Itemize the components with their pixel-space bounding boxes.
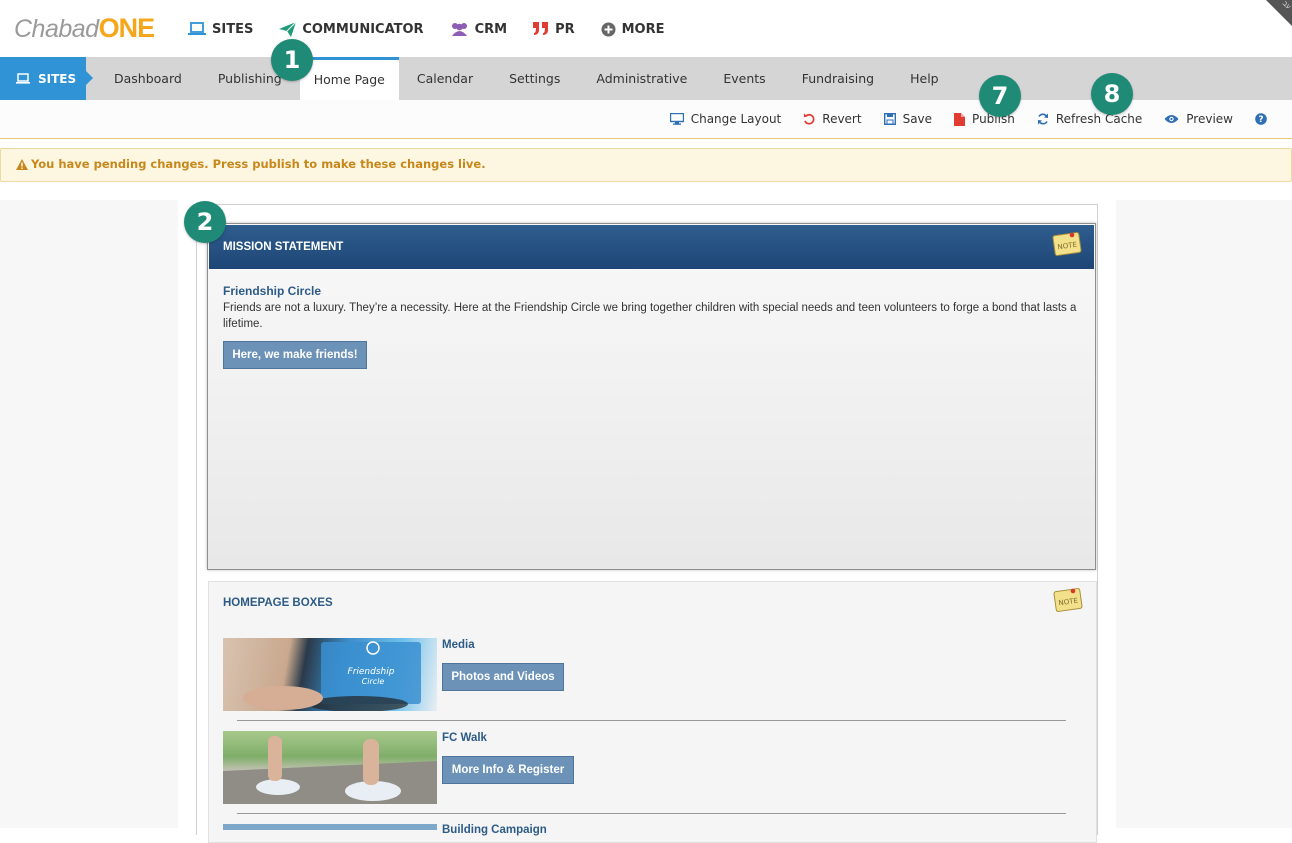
photos-videos-button[interactable]: Photos and Videos: [442, 663, 564, 691]
mission-description: Friends are not a luxury. They’re a nece…: [223, 302, 1077, 330]
fc-walk-thumbnail[interactable]: [223, 731, 437, 804]
building-campaign-thumbnail[interactable]: [223, 824, 437, 830]
more-info-register-button[interactable]: More Info & Register: [442, 756, 574, 784]
monitor-icon: [669, 113, 684, 125]
top-nav-communicator[interactable]: COMMUNICATOR: [279, 18, 424, 40]
callout-badge-7: 7: [979, 75, 1021, 117]
file-pdf-icon: [954, 112, 966, 126]
tab-events[interactable]: Events: [705, 57, 783, 100]
callout-badge-8: 8: [1091, 73, 1133, 115]
fc-walk-box-title: FC Walk: [442, 732, 487, 744]
sticky-note-icon[interactable]: NOTE: [1053, 586, 1083, 612]
top-nav-crm[interactable]: CRM: [450, 18, 507, 40]
top-nav-sites[interactable]: SITES: [188, 18, 253, 40]
svg-text:Circle: Circle: [362, 677, 385, 686]
section-tabs: Dashboard Publishing Home Page Calendar …: [96, 57, 957, 100]
sites-tab-arrow: [86, 71, 93, 85]
warning-icon: [16, 158, 28, 170]
laptop-icon: [188, 22, 206, 35]
mission-statement-box[interactable]: [207, 223, 1096, 570]
help-button[interactable]: ?: [1255, 113, 1274, 125]
plus-circle-icon: [601, 22, 616, 36]
quote-icon: [533, 22, 549, 35]
tab-dashboard[interactable]: Dashboard: [96, 57, 200, 100]
media-box-title: Media: [442, 639, 475, 651]
box-divider: [237, 813, 1066, 814]
eye-icon: [1164, 115, 1179, 123]
callout-badge-1: 1: [271, 39, 313, 81]
tab-home-page[interactable]: Home Page: [299, 57, 399, 100]
svg-text:?: ?: [1258, 115, 1263, 125]
undo-icon: [804, 113, 815, 125]
floppy-disk-icon: [883, 113, 896, 125]
sticky-note-icon[interactable]: NOTE: [1052, 230, 1082, 256]
laptop-icon: [16, 73, 30, 84]
refresh-cache-button[interactable]: Refresh Cache: [1037, 112, 1142, 126]
homepage-boxes-title: HOMEPAGE BOXES: [223, 597, 333, 609]
pending-changes-text: You have pending changes. Press publish …: [16, 157, 486, 171]
tab-settings[interactable]: Settings: [491, 57, 578, 100]
tab-fundraising[interactable]: Fundraising: [784, 57, 892, 100]
preview-button[interactable]: Preview: [1164, 112, 1233, 126]
users-icon: [451, 22, 467, 36]
tab-administrative[interactable]: Administrative: [578, 57, 705, 100]
content-margin-left: [0, 200, 178, 828]
toolbar-actions: Change Layout Revert Save Publish Refres…: [648, 112, 1274, 126]
top-nav-more[interactable]: MORE: [601, 18, 665, 40]
mission-statement-title: MISSION STATEMENT: [223, 241, 344, 253]
change-layout-button[interactable]: Change Layout: [669, 112, 781, 126]
refresh-icon: [1037, 113, 1048, 125]
callout-badge-2: 2: [184, 201, 226, 243]
svg-text:Friendship: Friendship: [348, 667, 395, 677]
make-friends-button[interactable]: Here, we make friends!: [223, 341, 367, 369]
box-divider: [237, 720, 1066, 721]
tab-calendar[interactable]: Calendar: [399, 57, 491, 100]
mission-subtitle: Friendship Circle: [223, 284, 322, 298]
save-button[interactable]: Save: [883, 112, 932, 126]
question-circle-icon: ?: [1255, 113, 1267, 125]
building-campaign-box-title: Building Campaign: [442, 824, 547, 836]
paper-plane-icon: [279, 21, 297, 37]
chabadone-logo[interactable]: ChabadONE: [14, 12, 155, 44]
revert-button[interactable]: Revert: [803, 112, 862, 126]
media-thumbnail[interactable]: Friendship Circle: [223, 638, 437, 711]
content-margin-right: [1116, 200, 1292, 828]
top-nav-pr[interactable]: PR: [533, 18, 575, 40]
top-nav: SITES COMMUNICATOR CRM PR MORE: [188, 18, 691, 40]
sites-section-tab[interactable]: SITES: [0, 57, 86, 100]
tab-help[interactable]: Help: [892, 57, 957, 100]
